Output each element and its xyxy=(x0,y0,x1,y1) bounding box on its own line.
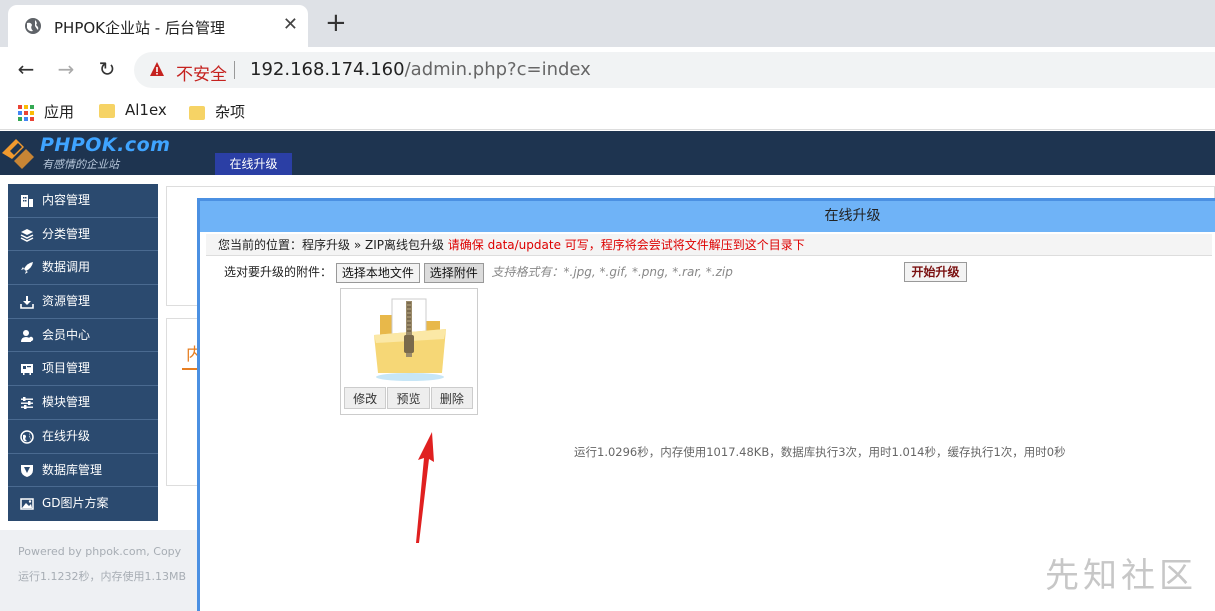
sidebar-item-label: 在线升级 xyxy=(42,428,91,443)
sidebar-item-online-upgrade[interactable]: 在线升级 xyxy=(8,420,158,454)
supported-formats: 支持格式有：*.jpg, *.gif, *.png, *.rar, *.zip xyxy=(491,265,733,279)
browser-toolbar: ← → ↻ 不安全 192.168.174.160/admin.php?c=in… xyxy=(0,47,1215,92)
dialog-title: 在线升级 xyxy=(200,201,1215,232)
forward-arrow-icon[interactable]: → xyxy=(54,57,78,81)
attachment-card: 修改 预览 删除 xyxy=(340,288,478,415)
sidebar-item-content[interactable]: 内容管理 xyxy=(8,184,158,218)
sidebar-item-label: 数据库管理 xyxy=(42,462,103,477)
tab-title: PHPOK企业站 - 后台管理 xyxy=(54,19,225,37)
globe-icon xyxy=(25,18,41,34)
address-bar[interactable]: 不安全 192.168.174.160/admin.php?c=index xyxy=(134,52,1215,88)
breadcrumb-warning: 请确保 data/update 可写，程序将会尝试将文件解压到这个目录下 xyxy=(447,238,805,252)
admin-header: PHPOK.com 有感情的企业站 在线升级 xyxy=(0,131,1215,175)
close-icon[interactable]: ✕ xyxy=(283,14,298,36)
bookmarks-bar: 应用 Al1ex 杂项 xyxy=(0,92,1215,130)
delete-button[interactable]: 删除 xyxy=(430,387,473,409)
watermark-text: 先知社区 xyxy=(1045,556,1197,596)
new-tab-button[interactable]: + xyxy=(325,10,347,36)
sidebar-item-label: 模块管理 xyxy=(42,395,91,410)
url-host: 192.168.174.160 xyxy=(250,59,405,80)
sidebar-item-label: 会员中心 xyxy=(42,327,91,342)
logo-slogan: 有感情的企业站 xyxy=(42,158,119,171)
sidebar-item-projects[interactable]: 项目管理 xyxy=(8,352,158,387)
sidebar-item-label: 数据调用 xyxy=(42,260,91,275)
rocket-icon xyxy=(21,262,33,275)
bookmark-misc[interactable]: 杂项 xyxy=(189,101,245,121)
back-arrow-icon[interactable]: ← xyxy=(14,57,38,81)
sidebar-item-label: GD图片方案 xyxy=(42,496,109,511)
sidebar-item-database[interactable]: 数据库管理 xyxy=(8,454,158,488)
globe-icon xyxy=(20,430,34,444)
choose-local-file-button[interactable]: 选择本地文件 xyxy=(335,262,420,283)
footer-runtime: 运行1.1232秒，内存使用1.13MB xyxy=(18,570,187,583)
upload-row: 选对要升级的附件： 选择本地文件 选择附件 支持格式有：*.jpg, *.gif… xyxy=(224,261,733,285)
breadcrumb: 您当前的位置：程序升级 » ZIP离线包升级 请确保 data/update 可… xyxy=(206,234,1212,256)
sidebar-item-label: 项目管理 xyxy=(42,361,91,376)
browser-tabstrip: PHPOK企业站 - 后台管理 ✕ + xyxy=(0,0,1215,47)
divider xyxy=(234,61,235,79)
edit-button[interactable]: 修改 xyxy=(344,387,387,409)
breadcrumb-path: 您当前的位置：程序升级 » ZIP离线包升级 xyxy=(218,238,444,252)
sidebar-item-label: 内容管理 xyxy=(42,193,91,207)
security-status[interactable]: 不安全 xyxy=(176,60,227,85)
shield-icon xyxy=(21,464,33,477)
logo-text: PHPOK.com xyxy=(40,134,171,156)
sidebar-item-data-call[interactable]: 数据调用 xyxy=(8,251,158,286)
apps-icon xyxy=(18,104,34,121)
sidebar-item-resources[interactable]: 资源管理 xyxy=(8,285,158,319)
annotation-arrow-icon xyxy=(416,432,434,543)
logo-icon xyxy=(2,139,34,169)
bookmark-label: 应用 xyxy=(44,103,75,121)
sidebar-item-modules[interactable]: 模块管理 xyxy=(8,386,158,420)
choose-attachment-button[interactable]: 选择附件 xyxy=(423,262,484,283)
reload-icon[interactable]: ↻ xyxy=(95,57,119,81)
sidebar-item-label: 资源管理 xyxy=(42,294,91,309)
folder-icon xyxy=(189,105,205,120)
upload-label: 选对要升级的附件： xyxy=(224,265,333,279)
runtime-stats: 运行1.0296秒，内存使用1017.48KB，数据库执行3次，用时1.014秒… xyxy=(574,445,1066,459)
tab-online-upgrade[interactable]: 在线升级 xyxy=(215,153,292,175)
bookmark-label: 杂项 xyxy=(215,103,246,121)
sidebar-item-label: 分类管理 xyxy=(42,226,91,241)
sidebar-item-category[interactable]: 分类管理 xyxy=(8,218,158,252)
bookmark-label: Al1ex xyxy=(125,101,167,119)
card-actions: 修改 预览 删除 xyxy=(344,387,474,409)
bookmark-apps[interactable]: 应用 xyxy=(18,101,74,121)
sidebar-item-gd-image[interactable]: GD图片方案 xyxy=(8,487,158,521)
bookmark-al1ex[interactable]: Al1ex xyxy=(99,101,167,121)
image-icon xyxy=(20,498,34,510)
sidebar: 内容管理 分类管理 数据调用 资源管理 会员中心 项目管理 模块管理 在线升级 … xyxy=(8,184,158,521)
browser-tab[interactable]: PHPOK企业站 - 后台管理 ✕ xyxy=(8,5,308,47)
footer-copyright: Powered by phpok.com, Copy xyxy=(18,545,182,558)
preview-button[interactable]: 预览 xyxy=(387,387,430,409)
warning-icon xyxy=(150,62,164,76)
folder-icon xyxy=(99,103,115,118)
layers-icon xyxy=(20,228,34,242)
board-icon xyxy=(21,364,33,376)
sliders-icon xyxy=(21,397,33,410)
download-tray-icon xyxy=(20,296,34,309)
start-upgrade-button[interactable]: 开始升级 xyxy=(904,262,967,282)
url-text[interactable]: 192.168.174.160/admin.php?c=index xyxy=(250,59,591,80)
user-icon xyxy=(21,329,34,342)
sidebar-item-members[interactable]: 会员中心 xyxy=(8,319,158,353)
url-path: /admin.php?c=index xyxy=(404,59,591,80)
zip-folder-icon xyxy=(374,298,446,381)
building-icon xyxy=(21,195,33,207)
